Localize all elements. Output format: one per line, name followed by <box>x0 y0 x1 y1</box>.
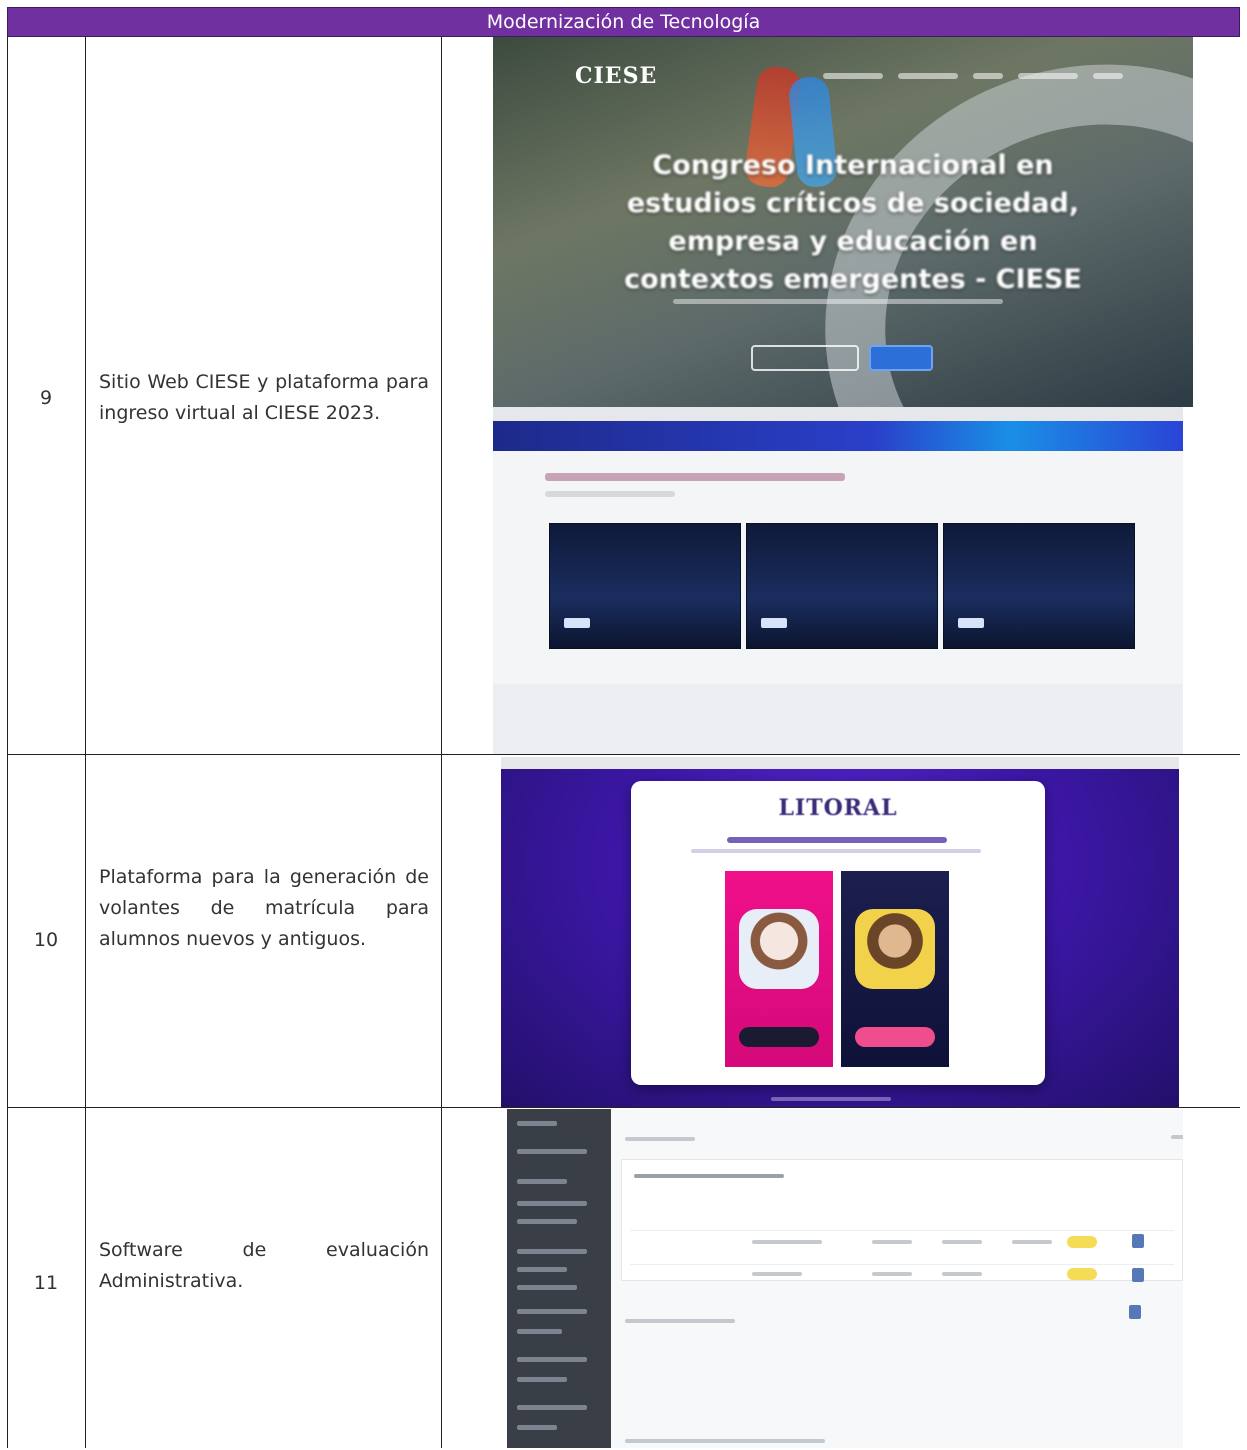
column-divider <box>441 37 442 1448</box>
ciese-logo: CIESE <box>575 63 658 89</box>
row-number: 9 <box>39 387 53 409</box>
table-header: Modernización de Tecnología <box>7 7 1240 37</box>
row-description: Software de evaluación Administrativa. <box>99 1239 429 1292</box>
document-table: Modernización de Tecnología 9 Sitio Web … <box>7 7 1240 1448</box>
row-number: 10 <box>33 929 59 951</box>
ciese-website-screenshot: CIESE Congreso Internacional en estudios… <box>493 37 1193 407</box>
virtual-access-screenshot <box>493 407 1183 754</box>
row-description: Sitio Web CIESE y plataforma para ingres… <box>99 371 429 424</box>
litoral-logo: LITORAL <box>778 795 898 821</box>
column-divider <box>85 37 86 1448</box>
table-border-left <box>7 37 8 1448</box>
litoral-platform-screenshot: LITORAL <box>501 757 1179 1107</box>
hero-title: Congreso Internacional en estudios críti… <box>624 150 1082 295</box>
row-divider <box>7 754 1240 755</box>
admin-evaluation-screenshot <box>507 1109 1183 1448</box>
row-divider <box>7 1107 1240 1108</box>
new-students-option <box>725 871 833 1067</box>
row-description: Plataforma para la generación de volante… <box>99 866 429 950</box>
row-number: 11 <box>33 1272 59 1294</box>
returning-students-option <box>841 871 949 1067</box>
